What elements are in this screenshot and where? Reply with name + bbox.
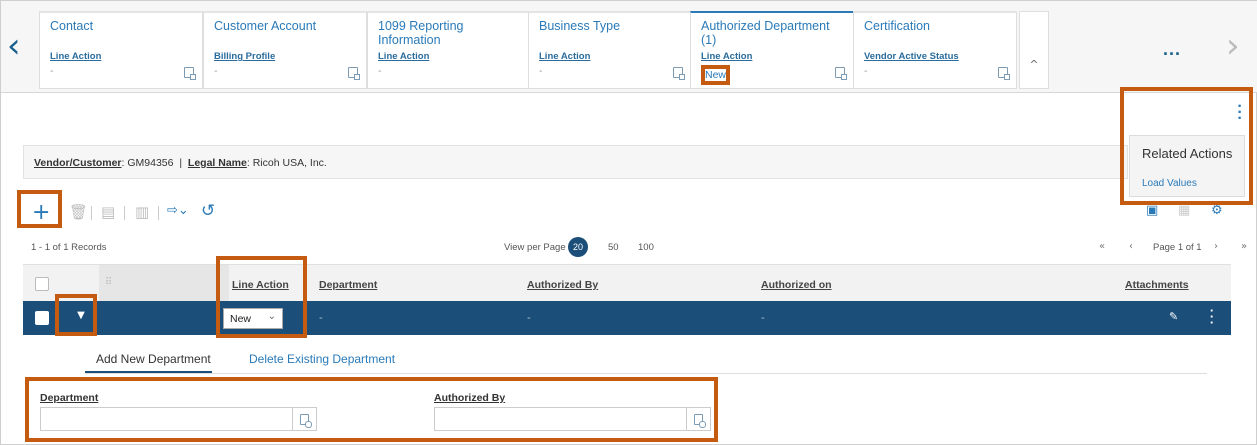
tab-title: Authorized Department (1) (701, 19, 830, 47)
column-header-authorized-on[interactable]: Authorized on (761, 279, 832, 291)
tab-business-type[interactable]: Business Type Line Action - (528, 11, 692, 89)
tab-value: New (701, 65, 731, 85)
highlight-add-button (17, 190, 62, 228)
export-icon[interactable]: ⇨⌄ (167, 203, 189, 218)
highlight-related-actions (1120, 87, 1253, 205)
separator: | (179, 157, 183, 169)
tab-title: Business Type (539, 19, 621, 33)
highlight-line-action (216, 256, 307, 338)
vendor-customer-label: Vendor/Customer (34, 157, 122, 169)
tab-certification[interactable]: Certification Vendor Active Status - (853, 11, 1017, 89)
tab-title: Customer Account (214, 19, 317, 33)
tab-value: - (50, 65, 54, 77)
subtab-divider (85, 373, 1207, 374)
lookup-icon[interactable] (184, 67, 196, 80)
tab-sub-label: Billing Profile (214, 51, 276, 62)
undo-icon[interactable]: ↺ (201, 201, 215, 221)
cell-authorized-by: - (527, 312, 531, 324)
paste-icon: ▥ (135, 203, 150, 221)
tab-customer-account[interactable]: Customer Account Billing Profile - (203, 11, 367, 89)
lookup-icon[interactable] (673, 67, 685, 80)
tab-value: - (214, 65, 218, 77)
tabs-next-arrow-icon[interactable]: › (1226, 29, 1240, 63)
tab-sub-label: Line Action (539, 51, 591, 62)
vendor-customer-value: GM94356 (127, 157, 174, 169)
attachment-pencil-icon[interactable]: ✎ (1169, 310, 1178, 323)
toolbar-divider (158, 206, 159, 220)
cell-department: - (319, 312, 323, 324)
row-kebab-icon[interactable]: · · · (1209, 304, 1215, 329)
lookup-icon[interactable] (835, 67, 847, 80)
cell-authorized-on: - (761, 312, 765, 324)
grid-view-icon: ▦ (1178, 203, 1191, 218)
tabs-prev-arrow-icon[interactable]: ‹ (7, 29, 21, 63)
lookup-icon[interactable] (998, 67, 1010, 80)
table-row[interactable]: ▼ New ⌄ - - - ✎ · · · (23, 301, 1231, 335)
copy-icon: ▤ (101, 203, 116, 221)
gear-icon[interactable]: ⚙ (1211, 203, 1223, 218)
highlight-expand-row (55, 294, 97, 336)
active-tab-indicator (85, 371, 212, 373)
tab-delete-existing-department[interactable]: Delete Existing Department (249, 352, 395, 366)
drag-handle-icon: ⠿ (105, 277, 113, 288)
tab-add-new-department[interactable]: Add New Department (96, 352, 211, 366)
tab-value: - (864, 65, 868, 77)
page-indicator: Page 1 of 1 (1153, 242, 1202, 253)
filter-view-icon[interactable]: ▣ (1146, 203, 1158, 218)
tab-title: Contact (50, 19, 94, 33)
first-page-icon[interactable]: « (1099, 241, 1105, 252)
column-header-department[interactable]: Department (319, 279, 377, 291)
section-tab-strip: ‹ Contact Line Action - Customer Account… (1, 1, 1257, 93)
highlight-form-fields (25, 377, 718, 442)
records-count: 1 - 1 of 1 Records (31, 242, 107, 253)
toolbar-divider (124, 206, 125, 220)
row-checkbox[interactable] (35, 311, 49, 325)
tab-sub-label: Line Action (378, 51, 430, 62)
tab-value: - (378, 65, 382, 77)
tab-authorized-department[interactable]: Authorized Department (1) Line Action Ne… (690, 11, 854, 89)
tab-sub-label: Line Action (701, 51, 753, 62)
next-page-icon[interactable]: › (1214, 241, 1218, 252)
tab-contact[interactable]: Contact Line Action - (39, 11, 203, 89)
app-window: ‹ Contact Line Action - Customer Account… (0, 0, 1257, 445)
legal-name-label: Legal Name (187, 157, 247, 169)
tab-1099-reporting[interactable]: 1099 Reporting Information Line Action - (367, 11, 531, 89)
grid-header: ⠿ Line Action Department Authorized By A… (23, 264, 1231, 302)
select-all-checkbox[interactable] (35, 277, 49, 291)
vendor-info-bar: Vendor/Customer: GM94356 | Legal Name: R… (23, 145, 1128, 179)
tab-title: Certification (864, 19, 930, 33)
lookup-icon[interactable] (348, 67, 360, 80)
last-page-icon[interactable]: » (1241, 241, 1247, 252)
page-size-100[interactable]: 100 (638, 242, 654, 253)
column-header-attachments[interactable]: Attachments (1125, 279, 1189, 291)
prev-page-icon[interactable]: ‹ (1129, 241, 1133, 252)
tab-sub-label: Vendor Active Status (864, 51, 959, 62)
drag-column-header: ⠿ (99, 265, 229, 302)
view-per-page-label: View per Page - (504, 242, 572, 253)
tab-sub-label: Line Action (50, 51, 102, 62)
collapse-tabs-button[interactable]: ^ (1019, 11, 1049, 89)
page-size-20[interactable]: 20 (568, 237, 588, 257)
delete-icon: 🗑 (69, 203, 89, 221)
legal-name-value: Ricoh USA, Inc. (252, 157, 327, 169)
more-options-icon[interactable]: ... (1163, 39, 1181, 60)
tab-title: 1099 Reporting Information (378, 19, 464, 47)
toolbar-divider (91, 206, 92, 220)
column-header-authorized-by[interactable]: Authorized By (527, 279, 598, 291)
tab-value: - (539, 65, 543, 77)
page-size-50[interactable]: 50 (608, 242, 619, 253)
